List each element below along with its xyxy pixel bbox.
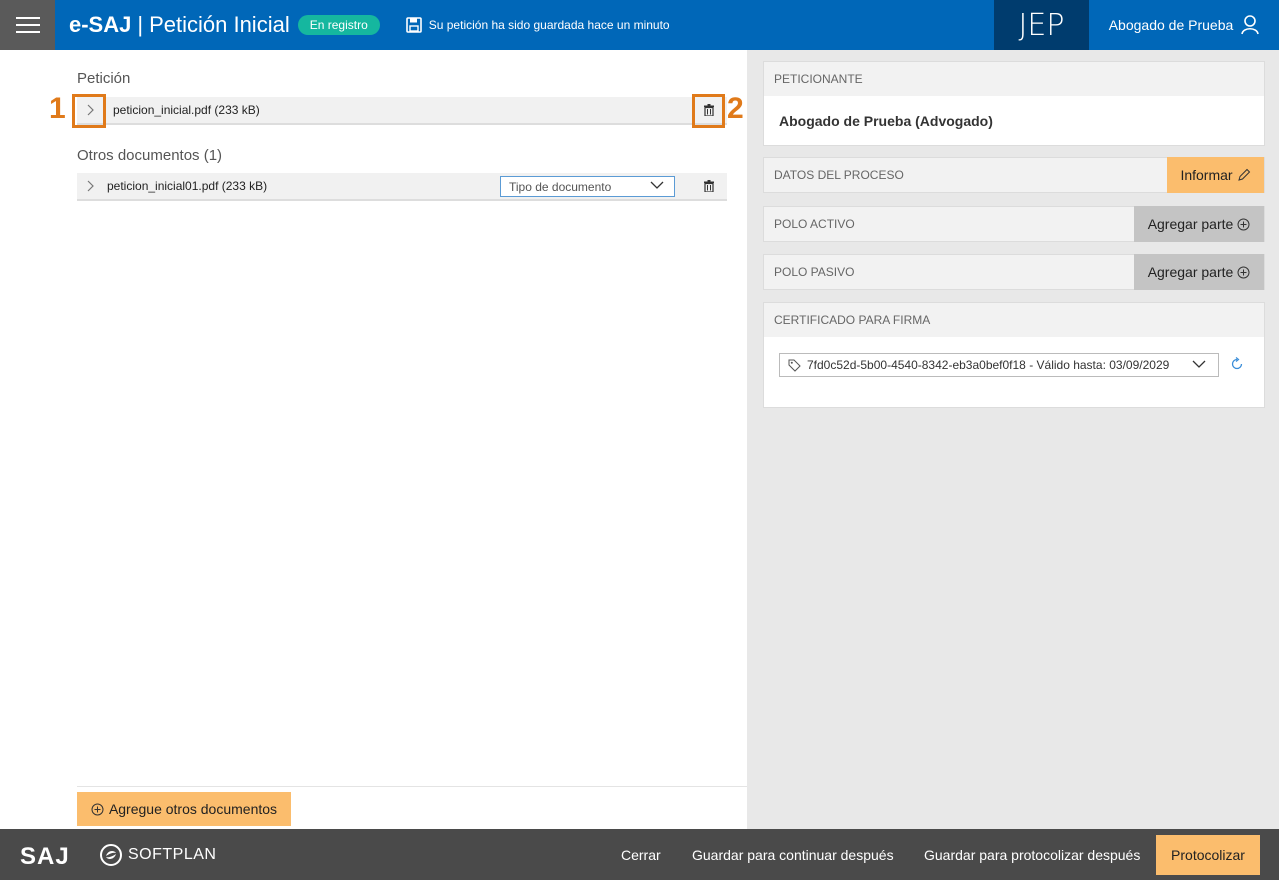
menu-line-icon bbox=[15, 31, 40, 33]
annotation-box-2 bbox=[692, 94, 725, 128]
polo-activo-card: POLO ACTIVO Agregar parte bbox=[763, 206, 1265, 242]
user-menu[interactable]: Abogado de Prueba bbox=[1089, 0, 1279, 50]
datos-proceso-label: DATOS DEL PROCESO bbox=[774, 168, 904, 182]
document-filename: peticion_inicial.pdf (233 kB) bbox=[113, 103, 260, 117]
annotation-box-1 bbox=[72, 94, 106, 128]
chevron-down-icon bbox=[1192, 360, 1206, 368]
peticionante-value: Abogado de Prueba (Advogado) bbox=[779, 113, 993, 129]
chevron-right-icon bbox=[87, 180, 94, 192]
chevron-down-icon bbox=[650, 181, 664, 189]
trash-icon bbox=[704, 180, 714, 192]
plus-circle-icon bbox=[1237, 218, 1250, 230]
certificate-select[interactable]: 7fd0c52d-5b00-4540-8342-eb3a0bef0f18 - V… bbox=[779, 353, 1219, 377]
protocolizar-label: Protocolizar bbox=[1171, 847, 1245, 863]
annotation-number-1: 1 bbox=[49, 92, 66, 125]
document-type-placeholder: Tipo de documento bbox=[509, 179, 612, 194]
polo-pasivo-header: POLO PASIVO Agregar parte bbox=[764, 254, 1264, 290]
add-documents-button[interactable]: Agregue otros documentos bbox=[77, 792, 291, 826]
refresh-icon[interactable] bbox=[1230, 357, 1244, 371]
softplan-logo: SOFTPLAN bbox=[100, 844, 216, 866]
expand-chevron-button[interactable] bbox=[77, 172, 105, 200]
delete-button[interactable] bbox=[701, 178, 717, 194]
brand-logo: e-SAJ bbox=[69, 12, 132, 37]
polo-activo-label: POLO ACTIVO bbox=[774, 217, 855, 231]
hamburger-menu-button[interactable] bbox=[0, 0, 55, 50]
add-documents-label: Agregue otros documentos bbox=[108, 801, 278, 817]
agregar-parte-label: Agregar parte bbox=[1147, 216, 1234, 232]
annotation-number-2: 2 bbox=[727, 92, 744, 125]
menu-line-icon bbox=[15, 24, 40, 26]
guardar-protocolizar-button[interactable]: Guardar para protocolizar después bbox=[924, 847, 1140, 863]
user-name: Abogado de Prueba bbox=[1108, 17, 1234, 33]
datos-proceso-header: DATOS DEL PROCESO Informar bbox=[764, 157, 1264, 193]
peticionante-card: PETICIONANTE Abogado de Prueba (Advogado… bbox=[763, 61, 1265, 146]
peticion-label: Petición bbox=[77, 70, 131, 87]
softplan-mark-icon bbox=[100, 844, 122, 866]
otros-documentos-label: Otros documentos (1) bbox=[77, 147, 223, 164]
save-status: Su petición ha sido guardada hace un min… bbox=[405, 17, 670, 33]
polo-pasivo-label: POLO PASIVO bbox=[774, 265, 855, 279]
plus-circle-icon bbox=[1237, 266, 1250, 278]
plus-circle-icon bbox=[91, 803, 104, 815]
protocolizar-button[interactable]: Protocolizar bbox=[1156, 835, 1260, 875]
title-separator: | bbox=[137, 12, 144, 37]
agregar-parte-label: Agregar parte bbox=[1147, 264, 1234, 280]
document-type-select[interactable]: Tipo de documento bbox=[500, 176, 675, 197]
floppy-disk-icon bbox=[405, 17, 422, 33]
informar-button[interactable]: Informar bbox=[1167, 157, 1264, 193]
save-status-text: Su petición ha sido guardada hace un min… bbox=[428, 18, 670, 32]
menu-line-icon bbox=[15, 17, 40, 19]
status-badge: En registro bbox=[297, 15, 380, 35]
datos-proceso-card: DATOS DEL PROCESO Informar bbox=[763, 157, 1265, 193]
user-icon bbox=[1241, 15, 1260, 35]
divider bbox=[77, 786, 747, 787]
softplan-text: SOFTPLAN bbox=[128, 846, 217, 863]
certificate-value: 7fd0c52d-5b00-4540-8342-eb3a0bef0f18 - V… bbox=[807, 358, 1170, 372]
org-logo: JEP bbox=[994, 0, 1089, 50]
tag-icon bbox=[788, 359, 801, 372]
page-title: Petición Inicial bbox=[149, 12, 290, 37]
guardar-continuar-button[interactable]: Guardar para continuar después bbox=[692, 847, 894, 863]
documents-panel: Petición peticion_inicial.pdf (233 kB) 1… bbox=[0, 50, 747, 829]
document-filename: peticion_inicial01.pdf (233 kB) bbox=[107, 179, 268, 193]
certificado-card: CERTIFICADO PARA FIRMA 7fd0c52d-5b00-454… bbox=[763, 302, 1265, 408]
details-panel: PETICIONANTE Abogado de Prueba (Advogado… bbox=[747, 50, 1279, 829]
certificado-header: CERTIFICADO PARA FIRMA bbox=[764, 303, 1264, 337]
pencil-icon bbox=[1237, 168, 1250, 181]
agregar-parte-pasivo-button[interactable]: Agregar parte bbox=[1134, 254, 1264, 290]
informar-label: Informar bbox=[1180, 167, 1233, 183]
saj-logo: SAJ bbox=[20, 843, 70, 870]
cerrar-button[interactable]: Cerrar bbox=[621, 847, 661, 863]
peticion-document-row: peticion_inicial.pdf (233 kB) bbox=[77, 97, 727, 125]
footer-bar: SAJ SOFTPLAN Cerrar Guardar para continu… bbox=[0, 829, 1279, 880]
agregar-parte-activo-button[interactable]: Agregar parte bbox=[1134, 206, 1264, 242]
otros-document-row: peticion_inicial01.pdf (233 kB) Tipo de … bbox=[77, 173, 727, 201]
polo-activo-header: POLO ACTIVO Agregar parte bbox=[764, 206, 1264, 242]
polo-pasivo-card: POLO PASIVO Agregar parte bbox=[763, 254, 1265, 290]
peticionante-header: PETICIONANTE bbox=[764, 62, 1264, 96]
